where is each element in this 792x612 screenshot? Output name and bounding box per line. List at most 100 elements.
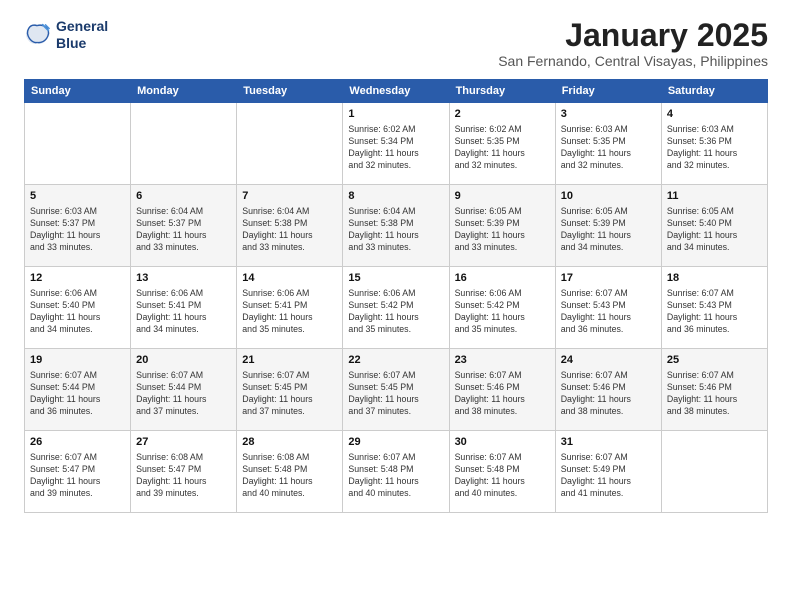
day-info: Sunrise: 6:04 AMSunset: 5:38 PMDaylight:…: [348, 206, 443, 254]
day-number: 10: [561, 189, 656, 204]
day-cell-3: 3Sunrise: 6:03 AMSunset: 5:35 PMDaylight…: [555, 103, 661, 185]
day-number: 19: [30, 353, 125, 368]
day-info: Sunrise: 6:03 AMSunset: 5:35 PMDaylight:…: [561, 124, 656, 172]
day-cell-5: 5 Sunrise: 6:03 AMSunset: 5:37 PMDaylight…: [25, 185, 131, 267]
calendar-body: 1 Sunrise: 6:02 AMSunset: 5:34 PMDaylight…: [25, 103, 768, 513]
day-number: 8: [348, 189, 443, 204]
day-number: 13: [136, 271, 231, 286]
empty-cell: [131, 103, 237, 185]
day-header-saturday: Saturday: [661, 80, 767, 103]
day-info: Sunrise: 6:03 AMSunset: 5:36 PMDaylight:…: [667, 124, 762, 172]
header: General Blue January 2025 San Fernando, …: [24, 18, 768, 69]
day-number: 25: [667, 353, 762, 368]
day-info: Sunrise: 6:06 AMSunset: 5:41 PMDaylight:…: [242, 288, 337, 336]
day-cell-30: 30 Sunrise: 6:07 AMSunset: 5:48 PMDayligh…: [449, 431, 555, 513]
day-cell-27: 27Sunrise: 6:08 AMSunset: 5:47 PMDayligh…: [131, 431, 237, 513]
empty-cell: [237, 103, 343, 185]
day-info: Sunrise: 6:02 AMSunset: 5:35 PMDaylight:…: [455, 124, 550, 172]
day-info: Sunrise: 6:05 AMSunset: 5:39 PMDaylight:…: [455, 206, 550, 254]
subtitle: San Fernando, Central Visayas, Philippin…: [498, 53, 768, 69]
day-cell-23: 23 Sunrise: 6:07 AMSunset: 5:46 PMDayligh…: [449, 349, 555, 431]
day-number: 5: [30, 189, 125, 204]
calendar-header: SundayMondayTuesdayWednesdayThursdayFrid…: [25, 80, 768, 103]
day-cell-24: 24 Sunrise: 6:07 AMSunset: 5:46 PMDayligh…: [555, 349, 661, 431]
month-title: January 2025: [498, 18, 768, 53]
day-cell-9: 9 Sunrise: 6:05 AMSunset: 5:39 PMDaylight…: [449, 185, 555, 267]
day-cell-29: 29Sunrise: 6:07 AMSunset: 5:48 PMDayligh…: [343, 431, 449, 513]
day-cell-28: 28Sunrise: 6:08 AMSunset: 5:48 PMDayligh…: [237, 431, 343, 513]
day-number: 23: [455, 353, 550, 368]
day-cell-2: 2 Sunrise: 6:02 AMSunset: 5:35 PMDaylight…: [449, 103, 555, 185]
header-row: SundayMondayTuesdayWednesdayThursdayFrid…: [25, 80, 768, 103]
week-row-3: 12Sunrise: 6:06 AMSunset: 5:40 PMDayligh…: [25, 267, 768, 349]
day-info: Sunrise: 6:03 AMSunset: 5:37 PMDaylight:…: [30, 206, 125, 254]
day-info: Sunrise: 6:05 AMSunset: 5:40 PMDaylight:…: [667, 206, 762, 254]
day-cell-31: 31 Sunrise: 6:07 AMSunset: 5:49 PMDayligh…: [555, 431, 661, 513]
day-info: Sunrise: 6:07 AMSunset: 5:49 PMDaylight:…: [561, 452, 656, 500]
day-header-monday: Monday: [131, 80, 237, 103]
day-cell-13: 13Sunrise: 6:06 AMSunset: 5:41 PMDayligh…: [131, 267, 237, 349]
empty-cell: [25, 103, 131, 185]
day-header-thursday: Thursday: [449, 80, 555, 103]
day-cell-7: 7Sunrise: 6:04 AMSunset: 5:38 PMDaylight…: [237, 185, 343, 267]
day-header-friday: Friday: [555, 80, 661, 103]
day-info: Sunrise: 6:07 AMSunset: 5:47 PMDaylight:…: [30, 452, 125, 500]
day-info: Sunrise: 6:07 AMSunset: 5:43 PMDaylight:…: [561, 288, 656, 336]
day-number: 20: [136, 353, 231, 368]
day-cell-1: 1 Sunrise: 6:02 AMSunset: 5:34 PMDaylight…: [343, 103, 449, 185]
title-block: January 2025 San Fernando, Central Visay…: [498, 18, 768, 69]
day-info: Sunrise: 6:06 AMSunset: 5:42 PMDaylight:…: [455, 288, 550, 336]
day-cell-15: 15Sunrise: 6:06 AMSunset: 5:42 PMDayligh…: [343, 267, 449, 349]
day-number: 29: [348, 435, 443, 450]
day-number: 27: [136, 435, 231, 450]
day-number: 1: [348, 107, 443, 122]
day-info: Sunrise: 6:07 AMSunset: 5:44 PMDaylight:…: [136, 370, 231, 418]
day-number: 28: [242, 435, 337, 450]
day-cell-17: 17 Sunrise: 6:07 AMSunset: 5:43 PMDayligh…: [555, 267, 661, 349]
week-row-4: 19 Sunrise: 6:07 AMSunset: 5:44 PMDayligh…: [25, 349, 768, 431]
day-cell-10: 10Sunrise: 6:05 AMSunset: 5:39 PMDayligh…: [555, 185, 661, 267]
day-number: 7: [242, 189, 337, 204]
logo: General Blue: [24, 18, 108, 52]
day-number: 15: [348, 271, 443, 286]
day-number: 18: [667, 271, 762, 286]
day-number: 26: [30, 435, 125, 450]
day-number: 4: [667, 107, 762, 122]
day-info: Sunrise: 6:07 AMSunset: 5:48 PMDaylight:…: [455, 452, 550, 500]
day-number: 14: [242, 271, 337, 286]
day-info: Sunrise: 6:07 AMSunset: 5:45 PMDaylight:…: [348, 370, 443, 418]
week-row-2: 5 Sunrise: 6:03 AMSunset: 5:37 PMDaylight…: [25, 185, 768, 267]
page: General Blue January 2025 San Fernando, …: [0, 0, 792, 612]
day-info: Sunrise: 6:07 AMSunset: 5:45 PMDaylight:…: [242, 370, 337, 418]
day-number: 17: [561, 271, 656, 286]
day-number: 24: [561, 353, 656, 368]
day-cell-18: 18 Sunrise: 6:07 AMSunset: 5:43 PMDayligh…: [661, 267, 767, 349]
day-number: 30: [455, 435, 550, 450]
day-number: 22: [348, 353, 443, 368]
day-number: 2: [455, 107, 550, 122]
day-cell-16: 16 Sunrise: 6:06 AMSunset: 5:42 PMDayligh…: [449, 267, 555, 349]
day-info: Sunrise: 6:07 AMSunset: 5:46 PMDaylight:…: [561, 370, 656, 418]
logo-text: General Blue: [56, 18, 108, 52]
day-number: 31: [561, 435, 656, 450]
day-number: 16: [455, 271, 550, 286]
day-info: Sunrise: 6:07 AMSunset: 5:43 PMDaylight:…: [667, 288, 762, 336]
day-cell-22: 22 Sunrise: 6:07 AMSunset: 5:45 PMDayligh…: [343, 349, 449, 431]
day-number: 9: [455, 189, 550, 204]
calendar-table: SundayMondayTuesdayWednesdayThursdayFrid…: [24, 79, 768, 513]
day-number: 11: [667, 189, 762, 204]
day-cell-26: 26 Sunrise: 6:07 AMSunset: 5:47 PMDayligh…: [25, 431, 131, 513]
day-number: 6: [136, 189, 231, 204]
day-cell-20: 20 Sunrise: 6:07 AMSunset: 5:44 PMDayligh…: [131, 349, 237, 431]
day-number: 21: [242, 353, 337, 368]
day-info: Sunrise: 6:07 AMSunset: 5:46 PMDaylight:…: [667, 370, 762, 418]
day-info: Sunrise: 6:06 AMSunset: 5:40 PMDaylight:…: [30, 288, 125, 336]
day-info: Sunrise: 6:07 AMSunset: 5:44 PMDaylight:…: [30, 370, 125, 418]
week-row-1: 1 Sunrise: 6:02 AMSunset: 5:34 PMDaylight…: [25, 103, 768, 185]
day-cell-14: 14 Sunrise: 6:06 AMSunset: 5:41 PMDayligh…: [237, 267, 343, 349]
day-header-sunday: Sunday: [25, 80, 131, 103]
logo-icon: [24, 21, 52, 49]
day-cell-11: 11 Sunrise: 6:05 AMSunset: 5:40 PMDayligh…: [661, 185, 767, 267]
day-info: Sunrise: 6:02 AMSunset: 5:34 PMDaylight:…: [348, 124, 443, 172]
day-info: Sunrise: 6:07 AMSunset: 5:46 PMDaylight:…: [455, 370, 550, 418]
